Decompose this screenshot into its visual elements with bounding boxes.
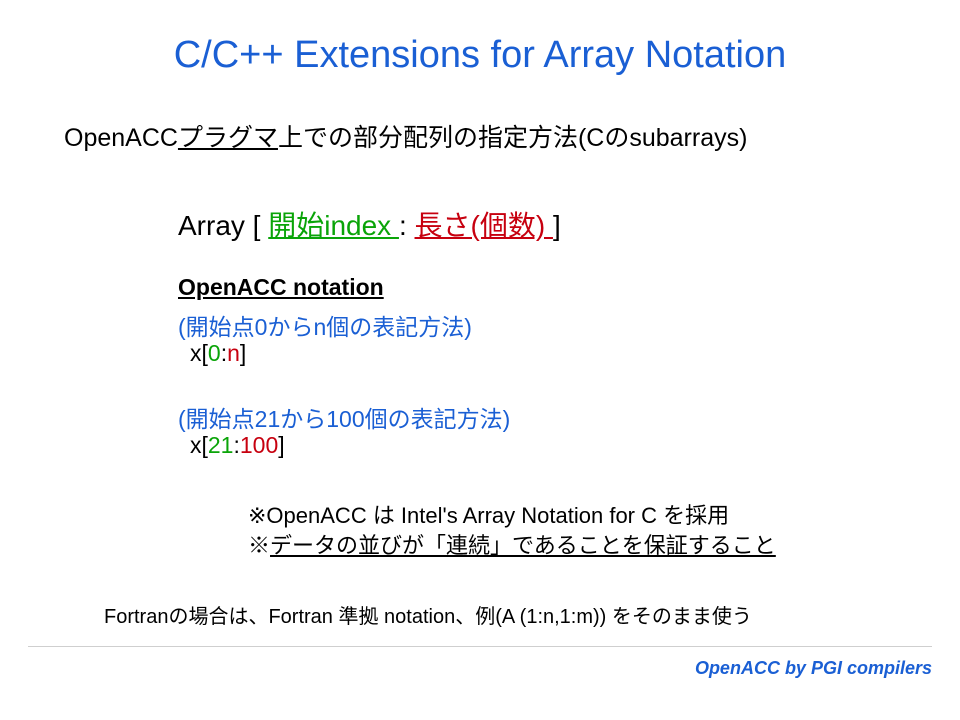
footer-text: OpenACC by PGI compilers: [695, 658, 932, 679]
notation-heading: OpenACC notation: [178, 274, 384, 301]
example2-code: x[21:100]: [190, 432, 285, 459]
example1-desc: (開始点0からn個の表記方法): [178, 308, 472, 342]
slide-title: C/C++ Extensions for Array Notation: [0, 34, 960, 77]
code-len: n: [227, 340, 240, 366]
subtitle-post: 上での部分配列の指定方法(Cのsubarrays): [278, 124, 747, 152]
syntax-start-index: 開始index: [268, 210, 399, 241]
syntax-array: Array [: [178, 210, 268, 241]
note-contiguous: ※データの並びが「連続」であることを保証すること: [248, 528, 776, 560]
code-close: ]: [278, 432, 284, 458]
subtitle-pre: OpenACC: [64, 124, 178, 152]
subtitle: OpenACCプラグマ上での部分配列の指定方法(Cのsubarrays): [64, 118, 747, 154]
syntax-line: Array [ 開始index : 長さ(個数) ]: [178, 204, 561, 244]
code-close: ]: [240, 340, 246, 366]
note-intel: ※OpenACC は Intel's Array Notation for C …: [248, 498, 729, 530]
code-start: 0: [208, 340, 221, 366]
fortran-note: Fortranの場合は、Fortran 準拠 notation、例(A (1:n…: [104, 600, 752, 629]
note-asterisk: ※: [248, 533, 270, 558]
syntax-length: 長さ(個数): [415, 210, 553, 241]
subtitle-underline: プラグマ: [178, 124, 278, 152]
divider: [28, 646, 932, 647]
example1-code: x[0:n]: [190, 340, 246, 367]
code-start: 21: [208, 432, 234, 458]
code-len: 100: [240, 432, 278, 458]
note-underline: データの並びが「連続」であることを保証すること: [270, 533, 776, 558]
example2-desc: (開始点21から100個の表記方法): [178, 400, 510, 434]
slide: C/C++ Extensions for Array Notation Open…: [0, 0, 960, 720]
code-text: x[: [190, 340, 208, 366]
code-text: x[: [190, 432, 208, 458]
syntax-colon: :: [399, 210, 415, 241]
syntax-close: ]: [553, 210, 561, 241]
